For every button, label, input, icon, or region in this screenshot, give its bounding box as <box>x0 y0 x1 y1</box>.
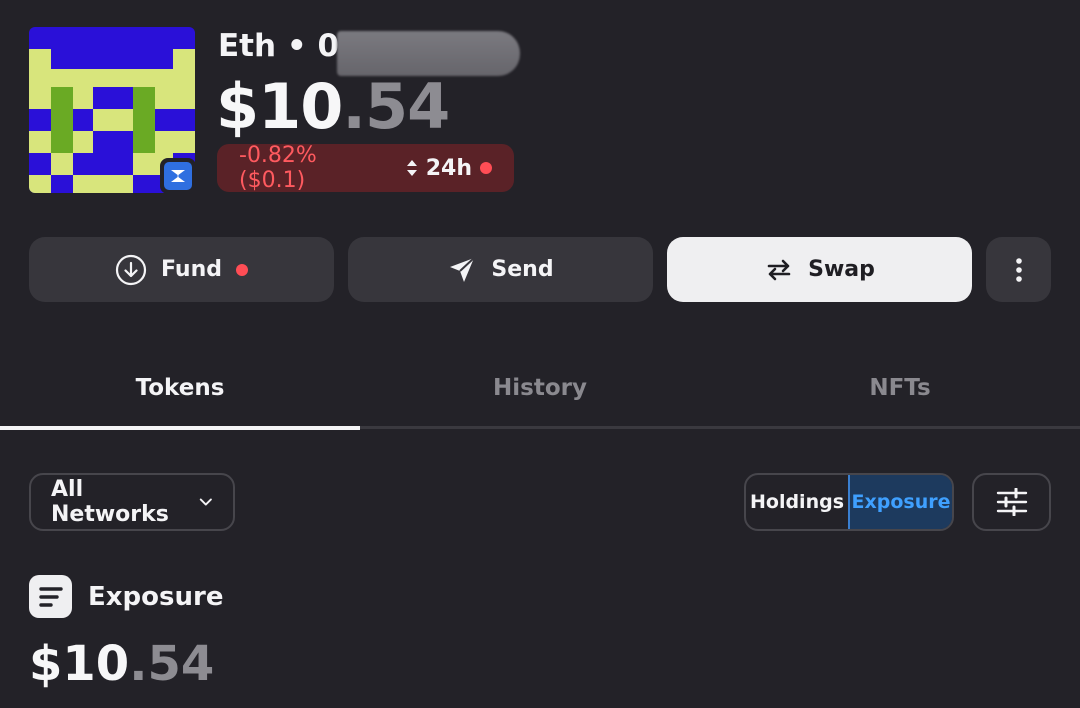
exposure-balance-cents: .54 <box>129 636 215 692</box>
fund-notification-dot <box>236 263 248 276</box>
active-tab-indicator <box>0 426 360 430</box>
swap-button[interactable]: Swap <box>667 237 972 302</box>
fund-label: Fund <box>160 257 222 282</box>
chevron-down-icon <box>200 498 213 506</box>
balance-whole: $10 <box>216 70 343 143</box>
send-label: Send <box>491 257 554 282</box>
network-select-label: All Networks <box>51 477 169 527</box>
send-button[interactable]: Send <box>348 237 653 302</box>
sort-arrows-icon <box>406 160 417 176</box>
exposure-doc-icon <box>29 575 72 618</box>
price-change-pill[interactable]: -0.82% ($0.1) 24h <box>217 143 514 193</box>
arrow-down-circle-icon <box>115 254 147 285</box>
holdings-toggle[interactable]: Holdings <box>746 475 848 529</box>
tab-history[interactable]: History <box>360 352 720 430</box>
tab-bar: Tokens History NFTs <box>0 352 1080 430</box>
more-options-button[interactable] <box>986 237 1051 302</box>
period-label: 24h <box>425 155 472 181</box>
swap-label: Swap <box>808 257 875 282</box>
more-vertical-icon <box>1015 257 1022 282</box>
swap-arrows-icon <box>767 259 791 280</box>
exposure-toggle[interactable]: Exposure <box>848 475 952 529</box>
exposure-section-header: Exposure <box>29 575 223 618</box>
balance-cents: .54 <box>342 70 450 143</box>
notification-dot <box>480 162 492 174</box>
wallet-balance: $10.54 <box>216 70 450 143</box>
tab-tokens[interactable]: Tokens <box>0 352 360 430</box>
exposure-balance: $10.54 <box>29 636 214 692</box>
price-change-value: -0.82% ($0.1) <box>239 143 317 193</box>
action-bar: Fund Send Swap <box>29 237 1051 302</box>
view-toggle: Holdings Exposure <box>744 473 954 531</box>
period-selector[interactable]: 24h <box>406 156 492 181</box>
fund-button[interactable]: Fund <box>29 237 334 302</box>
tab-nfts[interactable]: NFTs <box>720 352 1080 430</box>
sliders-icon <box>996 488 1027 516</box>
exposure-balance-whole: $10 <box>29 636 130 692</box>
exposure-section-title: Exposure <box>88 581 224 612</box>
paper-plane-icon <box>450 256 476 282</box>
network-select[interactable]: All Networks <box>29 473 235 531</box>
filter-settings-button[interactable] <box>972 473 1051 531</box>
chain-badge-icon <box>160 158 196 194</box>
